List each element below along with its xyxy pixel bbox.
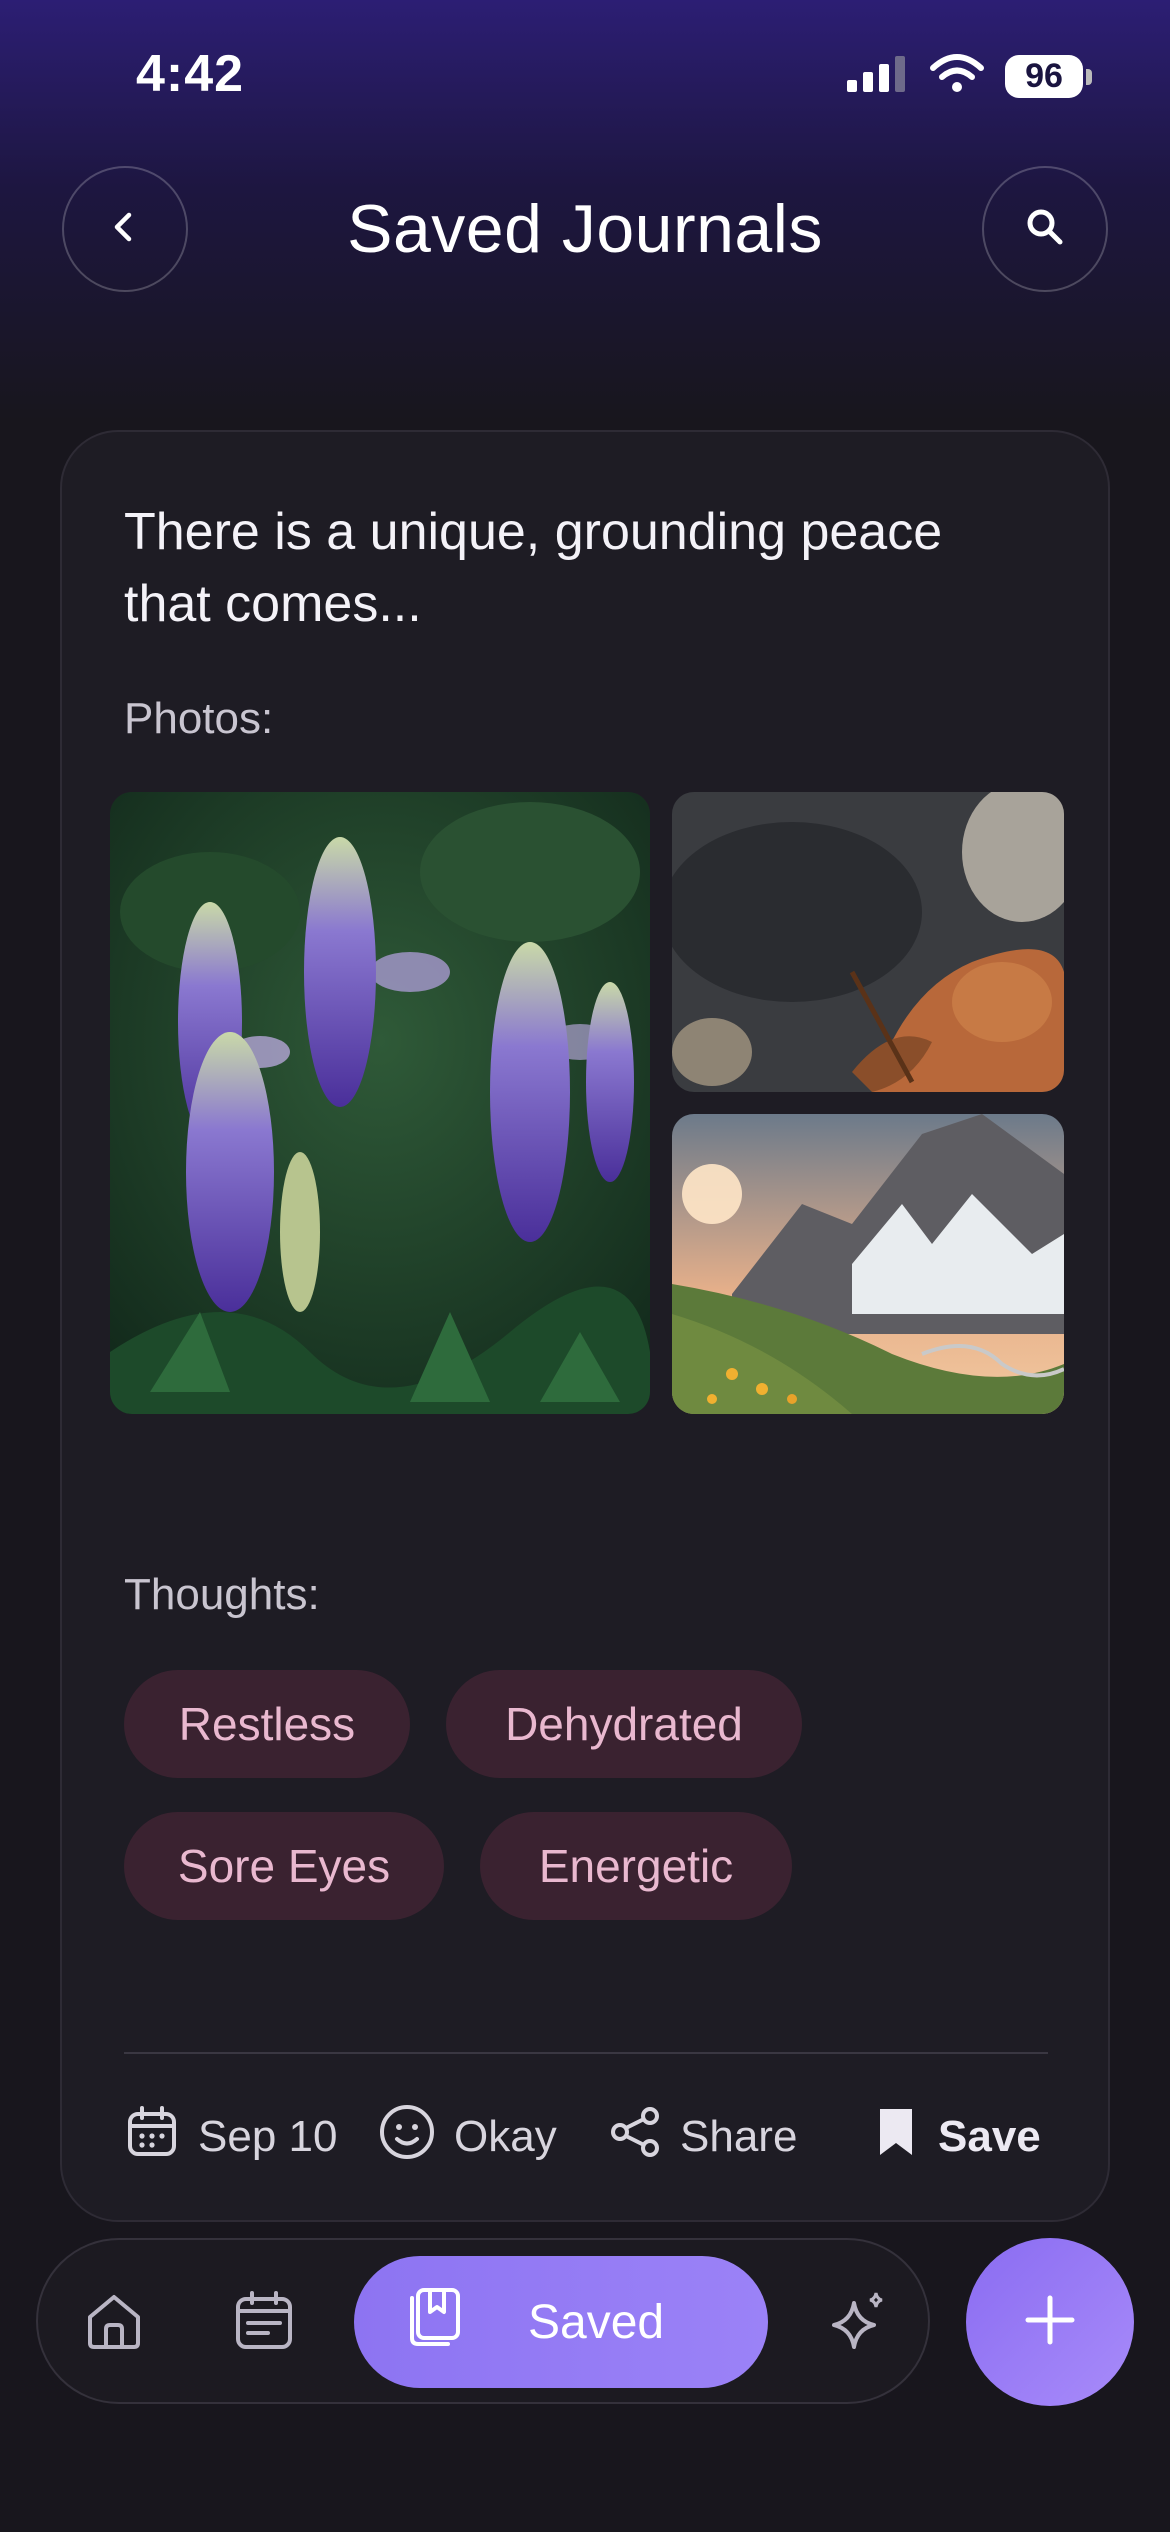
nav-saved-label: Saved xyxy=(528,2295,665,2349)
status-time: 4:42 xyxy=(136,45,245,103)
battery-cap xyxy=(1086,68,1092,85)
save-button[interactable]: Save xyxy=(872,2092,1041,2182)
home-icon xyxy=(82,2289,146,2358)
share-button[interactable]: Share xyxy=(608,2092,797,2182)
mood-item[interactable]: Okay xyxy=(378,2092,557,2182)
nav-saved[interactable]: Saved xyxy=(354,2256,768,2388)
search-icon xyxy=(1023,205,1067,254)
signal-icon xyxy=(847,56,909,97)
search-button[interactable] xyxy=(982,166,1108,292)
photo-mountain-valley[interactable] xyxy=(672,1114,1064,1414)
journal-date: Sep 10 xyxy=(198,2112,338,2161)
date-item: Sep 10 xyxy=(124,2092,337,2182)
add-journal-button[interactable] xyxy=(966,2238,1134,2406)
share-label: Share xyxy=(680,2112,798,2161)
bottom-nav: Saved xyxy=(36,2238,930,2404)
nav-calendar[interactable] xyxy=(224,2283,304,2363)
thought-chip[interactable]: Energetic xyxy=(480,1812,792,1920)
thought-chip[interactable]: Dehydrated xyxy=(446,1670,802,1778)
share-icon xyxy=(608,2105,662,2170)
bookmark-stack-icon xyxy=(404,2284,468,2360)
journal-card[interactable]: There is a unique, grounding peace that … xyxy=(60,430,1110,2222)
photo-autumn-leaves[interactable] xyxy=(672,792,1064,1092)
photos-label: Photos: xyxy=(124,694,274,743)
card-divider xyxy=(124,2052,1048,2054)
battery-level: 96 xyxy=(1005,55,1083,98)
thoughts-label: Thoughts: xyxy=(124,1570,320,1619)
journal-excerpt: There is a unique, grounding peace that … xyxy=(124,503,943,633)
calendar-list-icon xyxy=(232,2289,296,2358)
nav-ai[interactable] xyxy=(818,2283,898,2363)
bookmark-icon xyxy=(872,2105,920,2170)
nav-home[interactable] xyxy=(74,2283,154,2363)
wifi-icon xyxy=(929,54,985,99)
calendar-icon xyxy=(124,2104,180,2171)
battery-icon: 96 xyxy=(1005,55,1092,98)
mood-label: Okay xyxy=(454,2112,557,2161)
sparkle-icon xyxy=(824,2287,892,2360)
smiley-icon xyxy=(378,2103,436,2172)
plus-icon xyxy=(1022,2292,1078,2353)
thought-chip[interactable]: Restless xyxy=(124,1670,410,1778)
thought-chip[interactable]: Sore Eyes xyxy=(124,1812,444,1920)
photo-lupine-flowers[interactable] xyxy=(110,792,650,1414)
status-icons: 96 xyxy=(847,54,1092,99)
save-label: Save xyxy=(938,2112,1041,2161)
journal-meta-row: Sep 10 Okay Share Save xyxy=(124,2092,1062,2182)
